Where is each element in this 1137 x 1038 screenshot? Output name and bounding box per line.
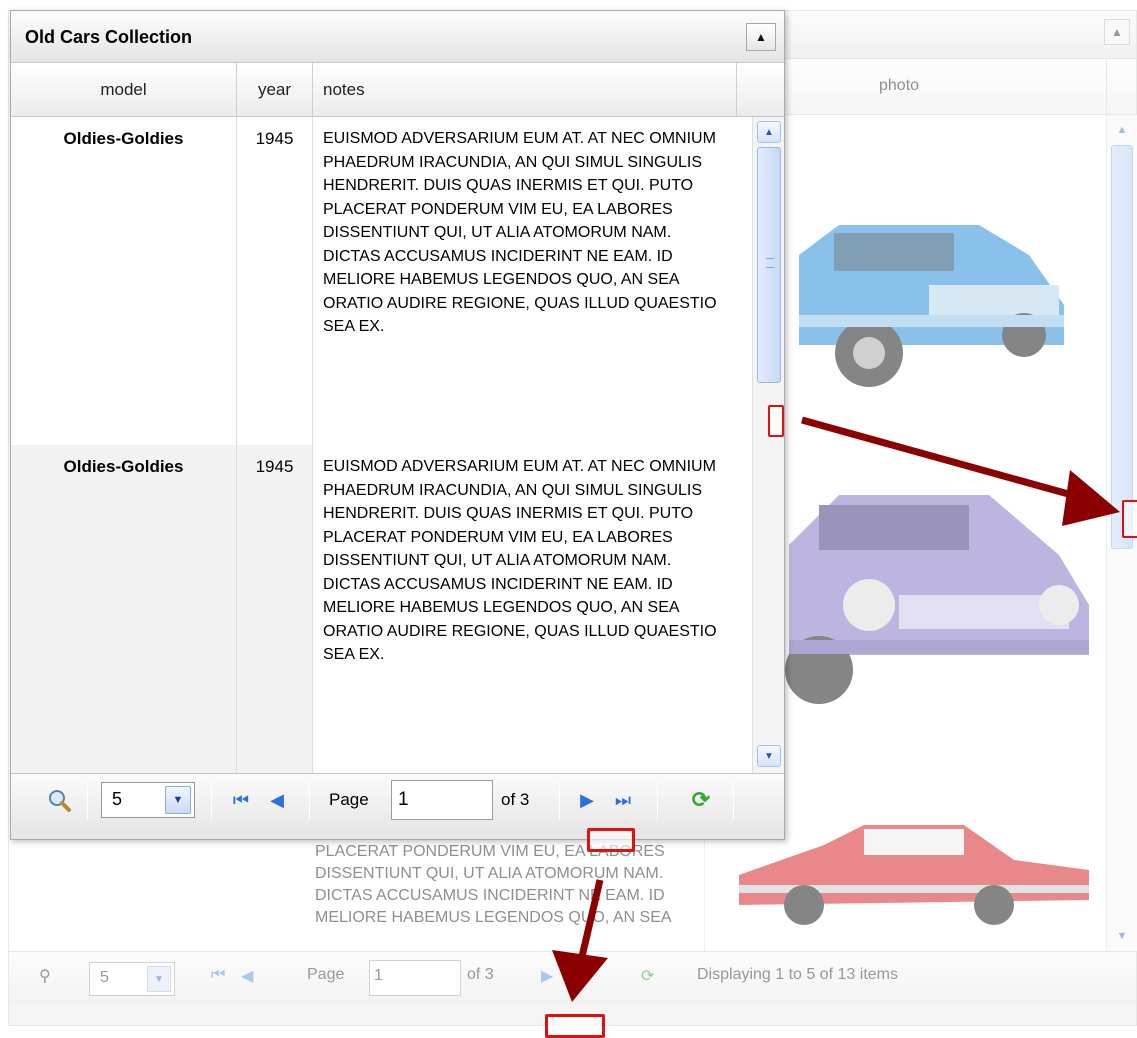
collapse-button[interactable]: ▲ [746, 23, 776, 51]
triangle-up-icon: ▲ [755, 30, 767, 44]
cell-model: Oldies-Goldies [11, 117, 237, 445]
background-scroll-thumb[interactable] [1111, 145, 1133, 549]
grid-titlebar: Old Cars Collection ▲ [11, 11, 784, 63]
annotation-box-popup-resize-handle [587, 828, 635, 852]
annotation-box-background-scrollbar-splitter [1122, 500, 1137, 538]
page-label: Page [307, 966, 345, 983]
next-page-icon[interactable]: ▶ [541, 966, 553, 986]
refresh-icon[interactable]: ⟳ [641, 966, 654, 986]
scroll-down-icon[interactable]: ▼ [1111, 925, 1133, 947]
old-cars-grid: Old Cars Collection ▲ model year notes O… [10, 10, 785, 840]
background-collapse-button[interactable]: ▲ [1104, 19, 1130, 45]
refresh-icon[interactable]: ⟳ [687, 786, 715, 814]
background-page-size-select[interactable]: 5 ▼ [89, 962, 175, 996]
triangle-up-icon: ▲ [1111, 25, 1123, 39]
of-pages-label: of 3 [467, 966, 494, 983]
car-photo-purple [785, 495, 1089, 704]
search-icon[interactable] [47, 788, 71, 812]
chevron-down-icon: ▼ [165, 786, 191, 814]
next-page-icon[interactable]: ▶ [575, 788, 599, 812]
background-page-input[interactable]: 1 [369, 960, 461, 996]
cell-year: 1945 [237, 117, 313, 445]
car-photo-blue [799, 225, 1064, 387]
cell-notes: EUISMOD ADVERSARIUM EUM AT. AT NEC OMNIU… [313, 445, 737, 773]
previous-page-icon[interactable]: ◀ [241, 966, 253, 986]
chevron-down-icon: ▼ [147, 966, 171, 992]
grid-title: Old Cars Collection [25, 27, 193, 47]
first-page-icon[interactable]: ⏮ [211, 966, 225, 984]
column-header-photo[interactable]: photo [879, 77, 919, 95]
column-header-model[interactable]: model [11, 63, 237, 117]
scroll-down-icon[interactable]: ▼ [757, 745, 781, 767]
column-header-year[interactable]: year [237, 63, 313, 117]
resize-bar [11, 827, 784, 839]
pager-status-text: Displaying 1 to 5 of 13 items [697, 966, 898, 983]
page-number-input[interactable] [391, 780, 493, 820]
cell-model: Oldies-Goldies [11, 445, 237, 773]
page-label: Page [329, 790, 369, 809]
table-row[interactable]: Oldies-Goldies 1945 EUISMOD ADVERSARIUM … [11, 117, 737, 445]
cell-notes: EUISMOD ADVERSARIUM EUM AT. AT NEC OMNIU… [313, 117, 737, 445]
vertical-scrollbar[interactable]: ▲ ▼ [752, 117, 784, 773]
table-row[interactable]: Oldies-Goldies 1945 EUISMOD ADVERSARIUM … [11, 445, 737, 773]
first-page-icon[interactable]: ⏮ [229, 788, 253, 812]
scroll-up-icon[interactable]: ▲ [1111, 119, 1133, 141]
scroll-up-icon[interactable]: ▲ [757, 121, 781, 143]
car-photo-red [739, 825, 1089, 925]
annotation-box-background-resize-handle [545, 1014, 605, 1038]
previous-page-icon[interactable]: ◀ [265, 788, 289, 812]
annotation-box-popup-scrollbar-splitter [768, 405, 784, 437]
of-pages-label: of 3 [501, 790, 530, 809]
scroll-thumb[interactable] [757, 147, 781, 383]
column-header-row: model year notes [11, 63, 784, 117]
background-notes-text: PLACERAT PONDERUM VIM EU, EA LABORES DIS… [315, 843, 672, 926]
last-page-icon[interactable]: ⏭ [611, 788, 635, 812]
column-header-notes[interactable]: notes [313, 63, 737, 117]
cell-year: 1945 [237, 445, 313, 773]
grid-body: Oldies-Goldies 1945 EUISMOD ADVERSARIUM … [11, 117, 737, 773]
search-icon[interactable]: ⚲ [39, 966, 51, 986]
grid-pager: 5 ▼ ⏮ ◀ Page of 3 ▶ ⏭ ⟳ [11, 773, 784, 827]
page-size-select[interactable]: 5 ▼ [101, 782, 195, 818]
background-pager: ⚲ 5 ▼ ⏮ ◀ Page 1 of 3 ▶ ⟳ Displaying 1 t… [9, 951, 1136, 1007]
